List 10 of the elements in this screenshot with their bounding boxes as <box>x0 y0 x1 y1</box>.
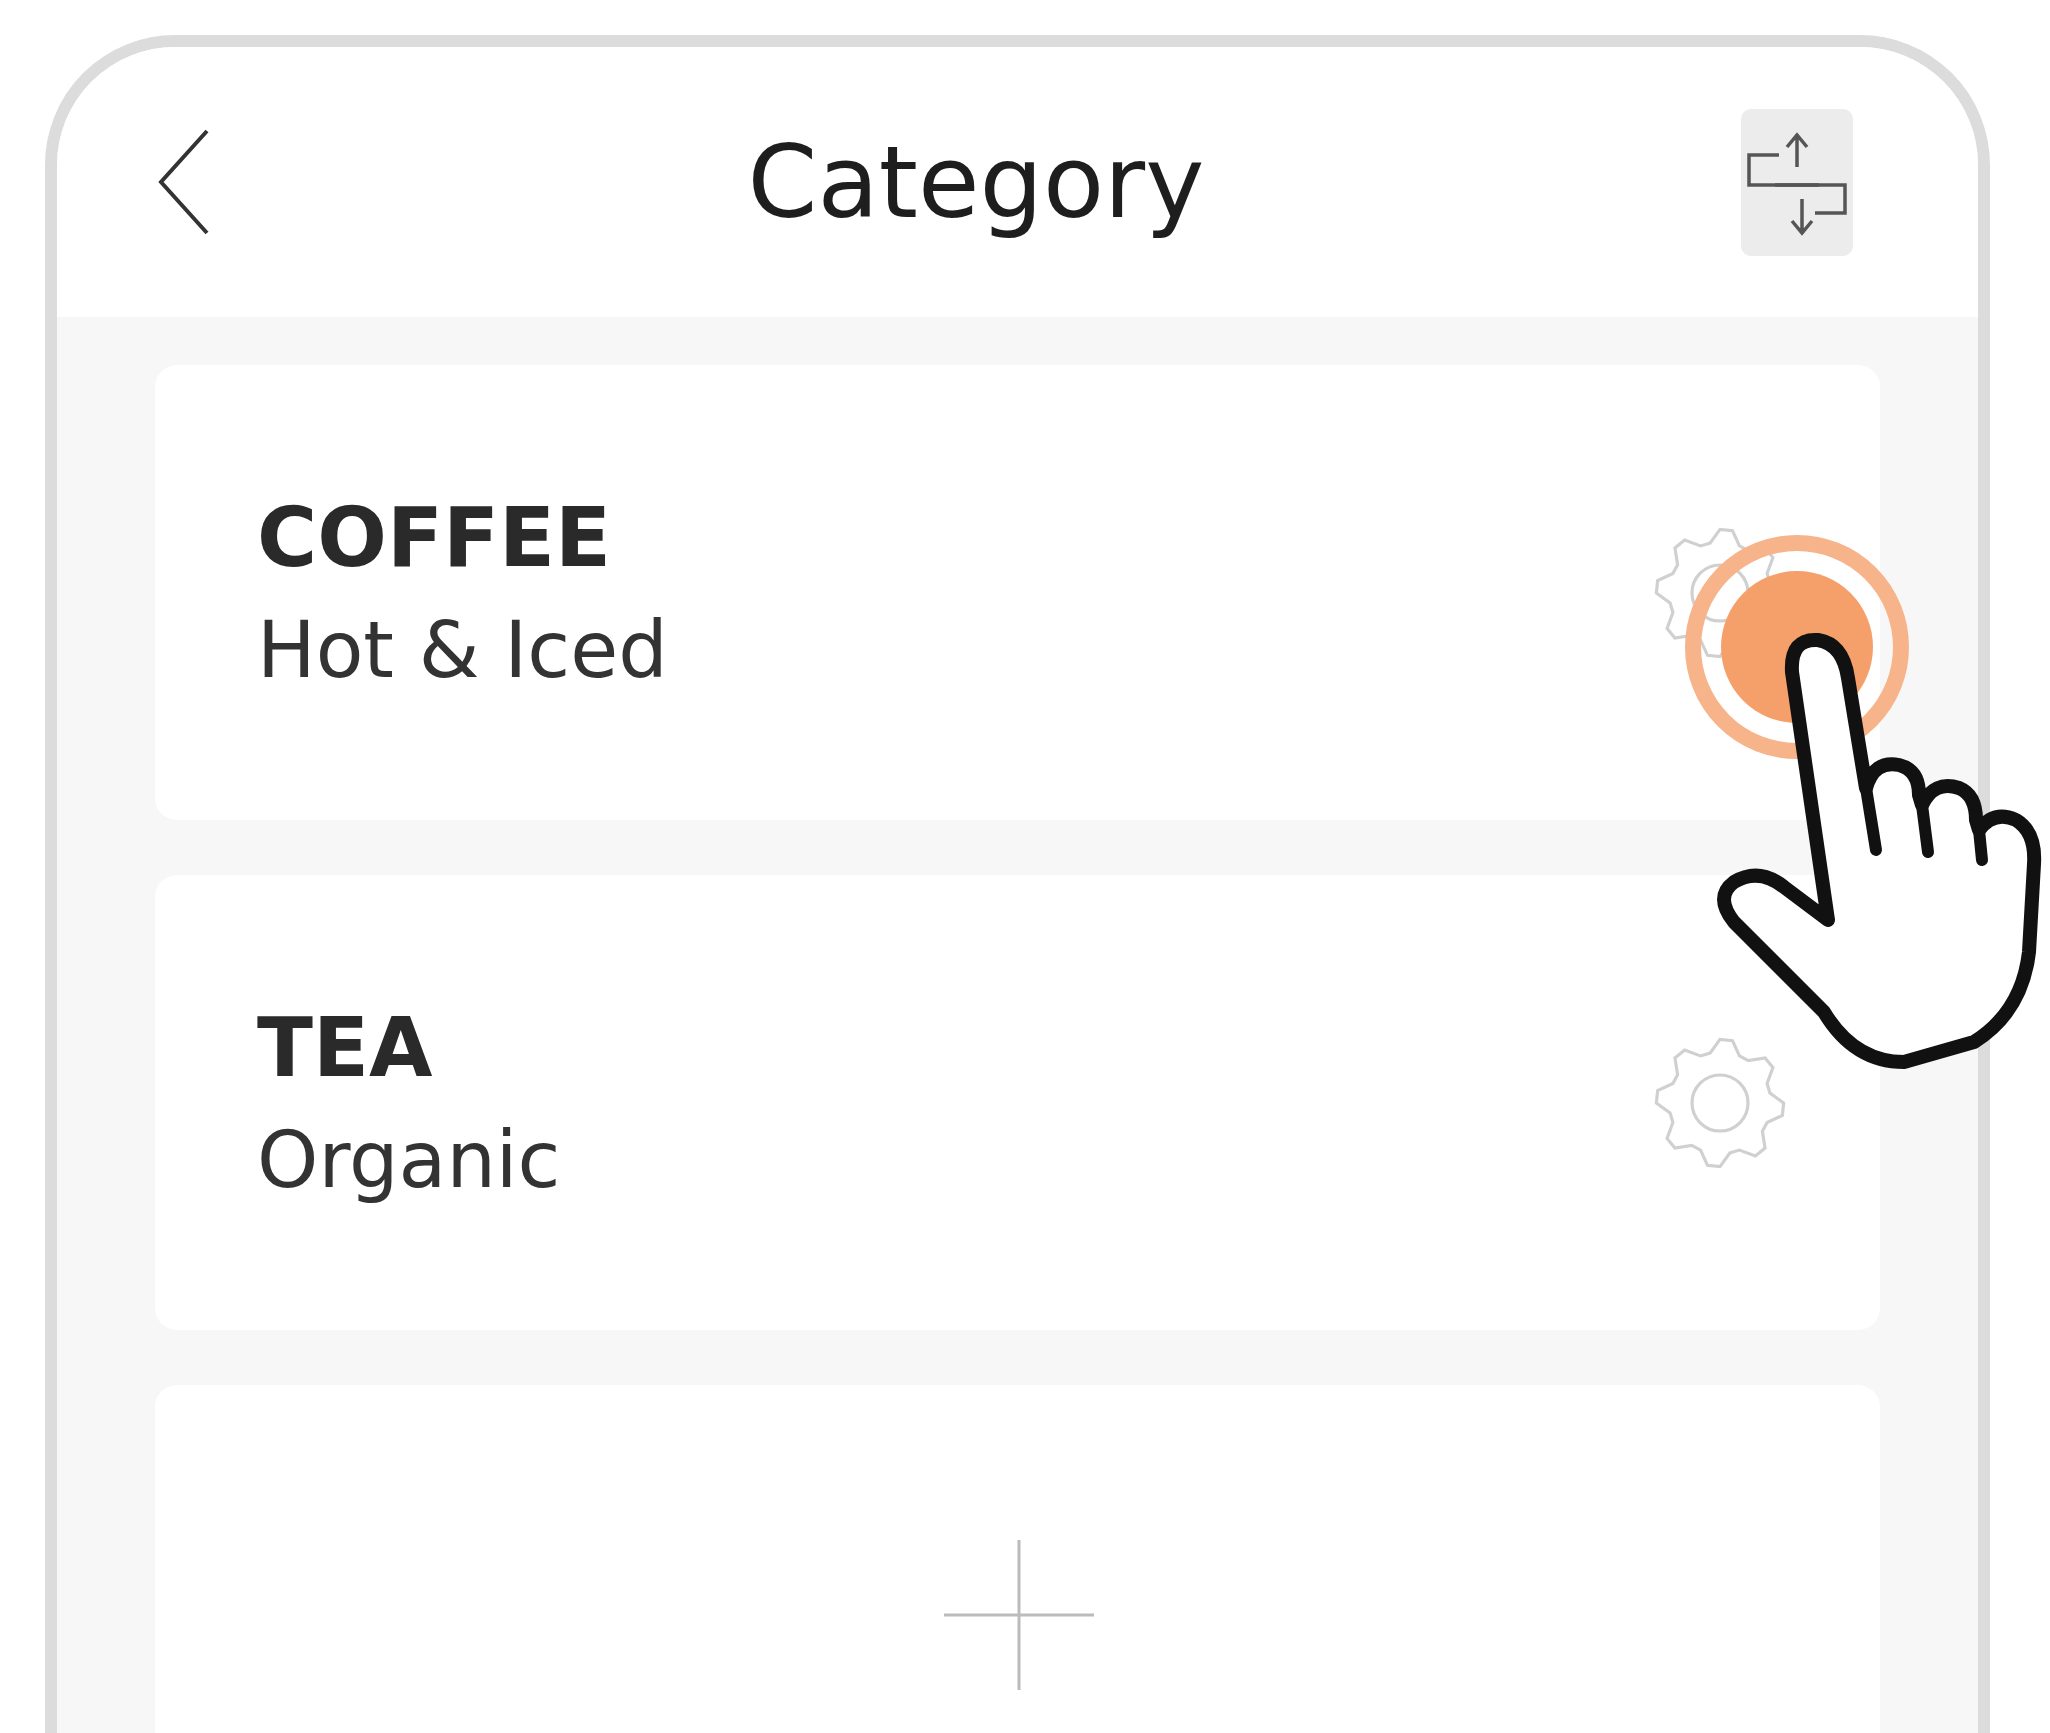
reorder-button[interactable] <box>1741 108 1853 256</box>
plus-icon <box>943 1540 1094 1690</box>
back-icon[interactable] <box>157 129 211 235</box>
category-card[interactable]: COFFEE Hot & Iced <box>155 365 1880 820</box>
category-subtitle: Hot & Iced <box>257 605 668 695</box>
category-card[interactable]: TEA Organic <box>155 875 1880 1330</box>
page-title: Category <box>747 123 1205 241</box>
category-title: COFFEE <box>257 490 612 585</box>
category-title: TEA <box>257 1000 434 1095</box>
category-subtitle: Organic <box>257 1115 561 1205</box>
